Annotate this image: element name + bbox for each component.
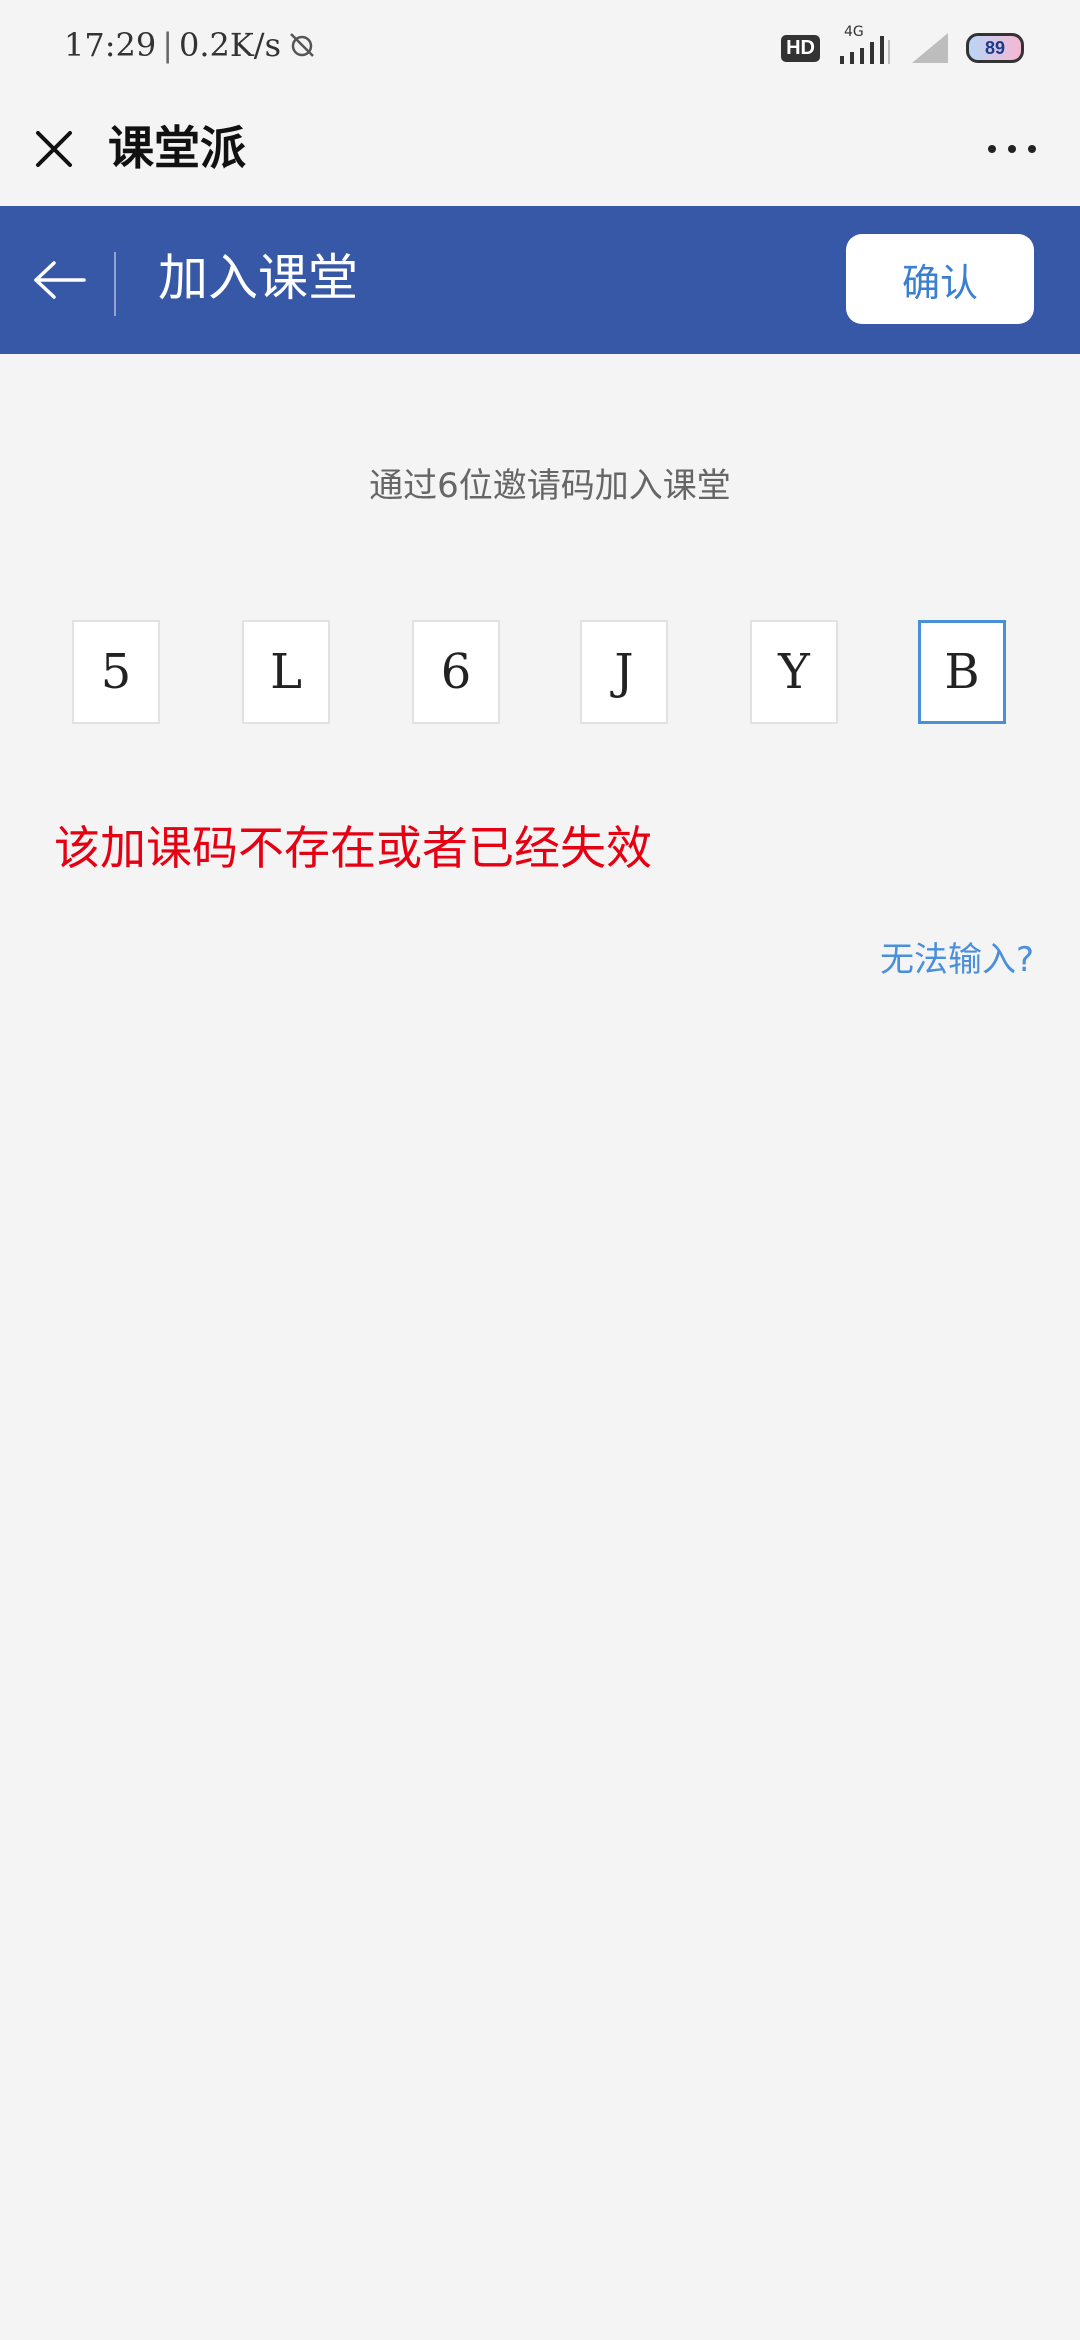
status-separator: | xyxy=(162,26,173,64)
page-title: 加入课堂 xyxy=(158,249,358,307)
confirm-button[interactable]: 确认 xyxy=(846,234,1034,324)
more-dot xyxy=(1028,145,1036,153)
code-char-box[interactable]: 5 xyxy=(72,620,160,724)
code-char-box[interactable]: 6 xyxy=(412,620,500,724)
nav-divider xyxy=(114,252,116,316)
close-icon xyxy=(36,131,72,167)
status-bar: 17:29 | 0.2K/s HD 4G 89 xyxy=(0,0,1080,96)
error-message: 该加课码不存在或者已经失效 xyxy=(54,821,652,875)
code-char-box[interactable]: J xyxy=(580,620,668,724)
nav-bar: 加入课堂 确认 xyxy=(0,206,1080,354)
battery-icon: 89 xyxy=(966,33,1024,63)
arrow-left-icon xyxy=(34,261,86,299)
close-button[interactable] xyxy=(24,114,84,184)
code-char-box[interactable]: Y xyxy=(750,620,838,724)
status-left: 17:29 | 0.2K/s xyxy=(64,26,317,64)
more-button[interactable] xyxy=(972,114,1052,184)
more-dot xyxy=(988,145,996,153)
code-char-box[interactable]: L xyxy=(242,620,330,724)
invite-code-input[interactable]: 5 L 6 J Y B xyxy=(0,620,1080,728)
invite-code-hint: 通过6位邀请码加入课堂 xyxy=(369,466,731,506)
signal-4g-icon: 4G xyxy=(836,24,894,66)
alarm-off-icon xyxy=(290,33,314,57)
app-title: 课堂派 xyxy=(108,121,246,175)
status-right: HD 4G 89 xyxy=(781,24,1024,66)
signal-empty-icon xyxy=(912,33,948,63)
cannot-input-link[interactable]: 无法输入? xyxy=(880,932,1034,981)
status-time: 17:29 xyxy=(64,26,157,64)
code-char-box-active[interactable]: B xyxy=(918,620,1006,724)
hd-badge: HD xyxy=(781,34,820,62)
more-dot xyxy=(1008,145,1016,153)
app-header: 课堂派 xyxy=(0,96,1080,206)
network-type-label: 4G xyxy=(844,24,864,40)
back-button[interactable] xyxy=(22,242,98,318)
battery-level: 89 xyxy=(984,37,1006,58)
network-speed: 0.2K/s xyxy=(179,26,281,64)
